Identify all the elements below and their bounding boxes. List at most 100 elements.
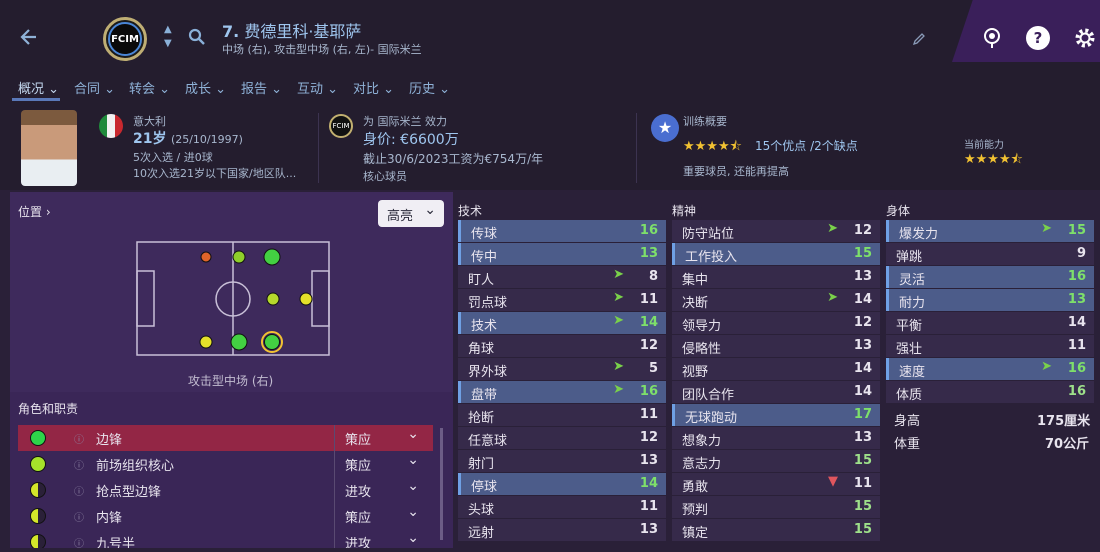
chevron-down-icon[interactable]: ▼ (164, 38, 172, 49)
duty-dropdown[interactable]: 策应 (334, 451, 429, 477)
attribute-row[interactable]: 停球 14 (458, 473, 666, 495)
player-number: 7. (222, 22, 240, 41)
attribute-row[interactable]: 勇敢 ▼ 11 (672, 473, 880, 495)
star-icon: ★ (651, 114, 679, 142)
attribute-row[interactable]: 抢断 11 (458, 404, 666, 426)
edit-icon[interactable] (912, 32, 926, 46)
attribute-row[interactable]: 无球跑动 17 (672, 404, 880, 426)
attribute-row[interactable]: 预判 15 (672, 496, 880, 518)
role-row[interactable]: ⓘ 前场组织核心 策应 (18, 451, 433, 477)
attribute-row[interactable]: 弹跳 9 (886, 243, 1094, 265)
help-icon[interactable]: ? (1026, 26, 1050, 50)
attribute-row[interactable]: 想象力 13 (672, 427, 880, 449)
attribute-row[interactable]: 强壮 11 (886, 335, 1094, 357)
back-arrow-icon[interactable] (18, 26, 40, 48)
tab-contract[interactable]: 合同 ⌄ (74, 78, 115, 97)
attribute-value: 13 (639, 522, 658, 537)
search-icon[interactable] (188, 28, 206, 46)
attribute-value: 12 (639, 338, 658, 353)
attribute-row[interactable]: 角球 12 (458, 335, 666, 357)
role-row[interactable]: ⓘ 内锋 策应 (18, 503, 433, 529)
attribute-row[interactable]: 头球 11 (458, 496, 666, 518)
duty-dropdown[interactable]: 策应 (334, 503, 429, 529)
highlight-dropdown[interactable]: 高亮 (378, 200, 444, 227)
attribute-name: 盯人 (468, 273, 495, 288)
attribute-row[interactable]: 团队合作 14 (672, 381, 880, 403)
attribute-value: 16 (1067, 269, 1086, 284)
attribute-row[interactable]: 传球 16 (458, 220, 666, 242)
tab-compare[interactable]: 对比 ⌄ (353, 78, 394, 97)
attribute-row[interactable]: 侵略性 13 (672, 335, 880, 357)
info-icon: ⓘ (74, 435, 84, 446)
scout-icon[interactable] (980, 26, 1004, 50)
attribute-row[interactable]: 决断 ➤ 14 (672, 289, 880, 311)
top-bar (0, 0, 1100, 70)
attribute-value: 12 (853, 223, 872, 238)
attribute-row[interactable]: 意志力 15 (672, 450, 880, 472)
attribute-row[interactable]: 罚点球 ➤ 11 (458, 289, 666, 311)
attribute-row[interactable]: 视野 14 (672, 358, 880, 380)
attribute-row[interactable]: 爆发力 ➤ 15 (886, 220, 1094, 242)
role-row[interactable]: ⓘ 抢点型边锋 进攻 (18, 477, 433, 503)
attribute-row[interactable]: 远射 13 (458, 519, 666, 541)
tab-overview[interactable]: 概况 ⌄ (18, 78, 59, 97)
attribute-row[interactable]: 技术 ➤ 14 (458, 312, 666, 334)
attribute-row[interactable]: 速度 ➤ 16 (886, 358, 1094, 380)
attribute-row[interactable]: 盘带 ➤ 16 (458, 381, 666, 403)
wage: 截止30/6/2023工资为€754万/年 (363, 152, 544, 166)
training-note: 重要球员, 还能再提高 (683, 165, 789, 178)
attribute-row[interactable]: 任意球 12 (458, 427, 666, 449)
club-line: 为 国际米兰 效力 (363, 115, 447, 128)
attribute-value: 13 (639, 453, 658, 468)
roles-scrollbar[interactable] (440, 428, 443, 540)
attribute-name: 速度 (899, 365, 926, 380)
duty-dropdown[interactable]: 进攻 (334, 529, 429, 548)
attribute-row[interactable]: 盯人 ➤ 8 (458, 266, 666, 288)
role-row[interactable]: ⓘ 九号半 进攻 (18, 529, 433, 548)
age: 21岁 (25/10/1997) (133, 131, 243, 147)
attribute-row[interactable]: 工作投入 15 (672, 243, 880, 265)
role-row[interactable]: ⓘ 边锋 策应 (18, 425, 433, 451)
player-value: 身价: €6600万 (363, 132, 459, 148)
attribute-row[interactable]: 耐力 13 (886, 289, 1094, 311)
attribute-row[interactable]: 平衡 14 (886, 312, 1094, 334)
pitch-position-mc (232, 250, 246, 264)
attribute-value: 16 (1067, 361, 1086, 376)
current-ability-label: 当前能力 (964, 140, 1004, 151)
attribute-name: 技术 (471, 319, 498, 334)
tab-transfer[interactable]: 转会 ⌄ (129, 78, 170, 97)
attribute-row[interactable]: 集中 13 (672, 266, 880, 288)
attribute-name: 领导力 (682, 319, 722, 334)
weight-value: 70公斤 (1045, 437, 1090, 452)
role-suitability-dot (30, 456, 46, 472)
attribute-name: 体质 (896, 388, 923, 403)
attribute-row[interactable]: 传中 13 (458, 243, 666, 265)
attribute-value: 15 (853, 453, 872, 468)
roles-title: 角色和职责 (18, 402, 79, 416)
tab-development[interactable]: 成长 ⌄ (185, 78, 226, 97)
club-badge[interactable]: FCIM (103, 17, 147, 61)
improve-arrow-icon: ➤ (613, 313, 624, 328)
info-icon: ⓘ (74, 487, 84, 498)
club-badge-text: FCIM (108, 22, 142, 56)
tab-history[interactable]: 历史 ⌄ (409, 78, 450, 97)
pitch-position-cmr (230, 333, 248, 351)
position-title[interactable]: 位置 › (18, 203, 51, 220)
attribute-row[interactable]: 界外球 ➤ 5 (458, 358, 666, 380)
attribute-row[interactable]: 灵活 16 (886, 266, 1094, 288)
attribute-value: 15 (853, 499, 872, 514)
tab-reports[interactable]: 报告 ⌄ (241, 78, 282, 97)
tab-interaction[interactable]: 互动 ⌄ (297, 78, 338, 97)
duty-dropdown[interactable]: 进攻 (334, 477, 429, 503)
attribute-row[interactable]: 防守站位 ➤ 12 (672, 220, 880, 242)
attribute-row[interactable]: 射门 13 (458, 450, 666, 472)
attribute-row[interactable]: 镇定 15 (672, 519, 880, 541)
attribute-row[interactable]: 领导力 12 (672, 312, 880, 334)
duty-dropdown[interactable]: 策应 (334, 425, 429, 451)
chevron-up-icon[interactable]: ▲ (164, 24, 172, 35)
gear-icon[interactable] (1073, 26, 1097, 50)
pitch-position-st (299, 292, 313, 306)
attribute-name: 界外球 (468, 365, 508, 380)
player-photo (21, 110, 77, 186)
attribute-row[interactable]: 体质 16 (886, 381, 1094, 403)
